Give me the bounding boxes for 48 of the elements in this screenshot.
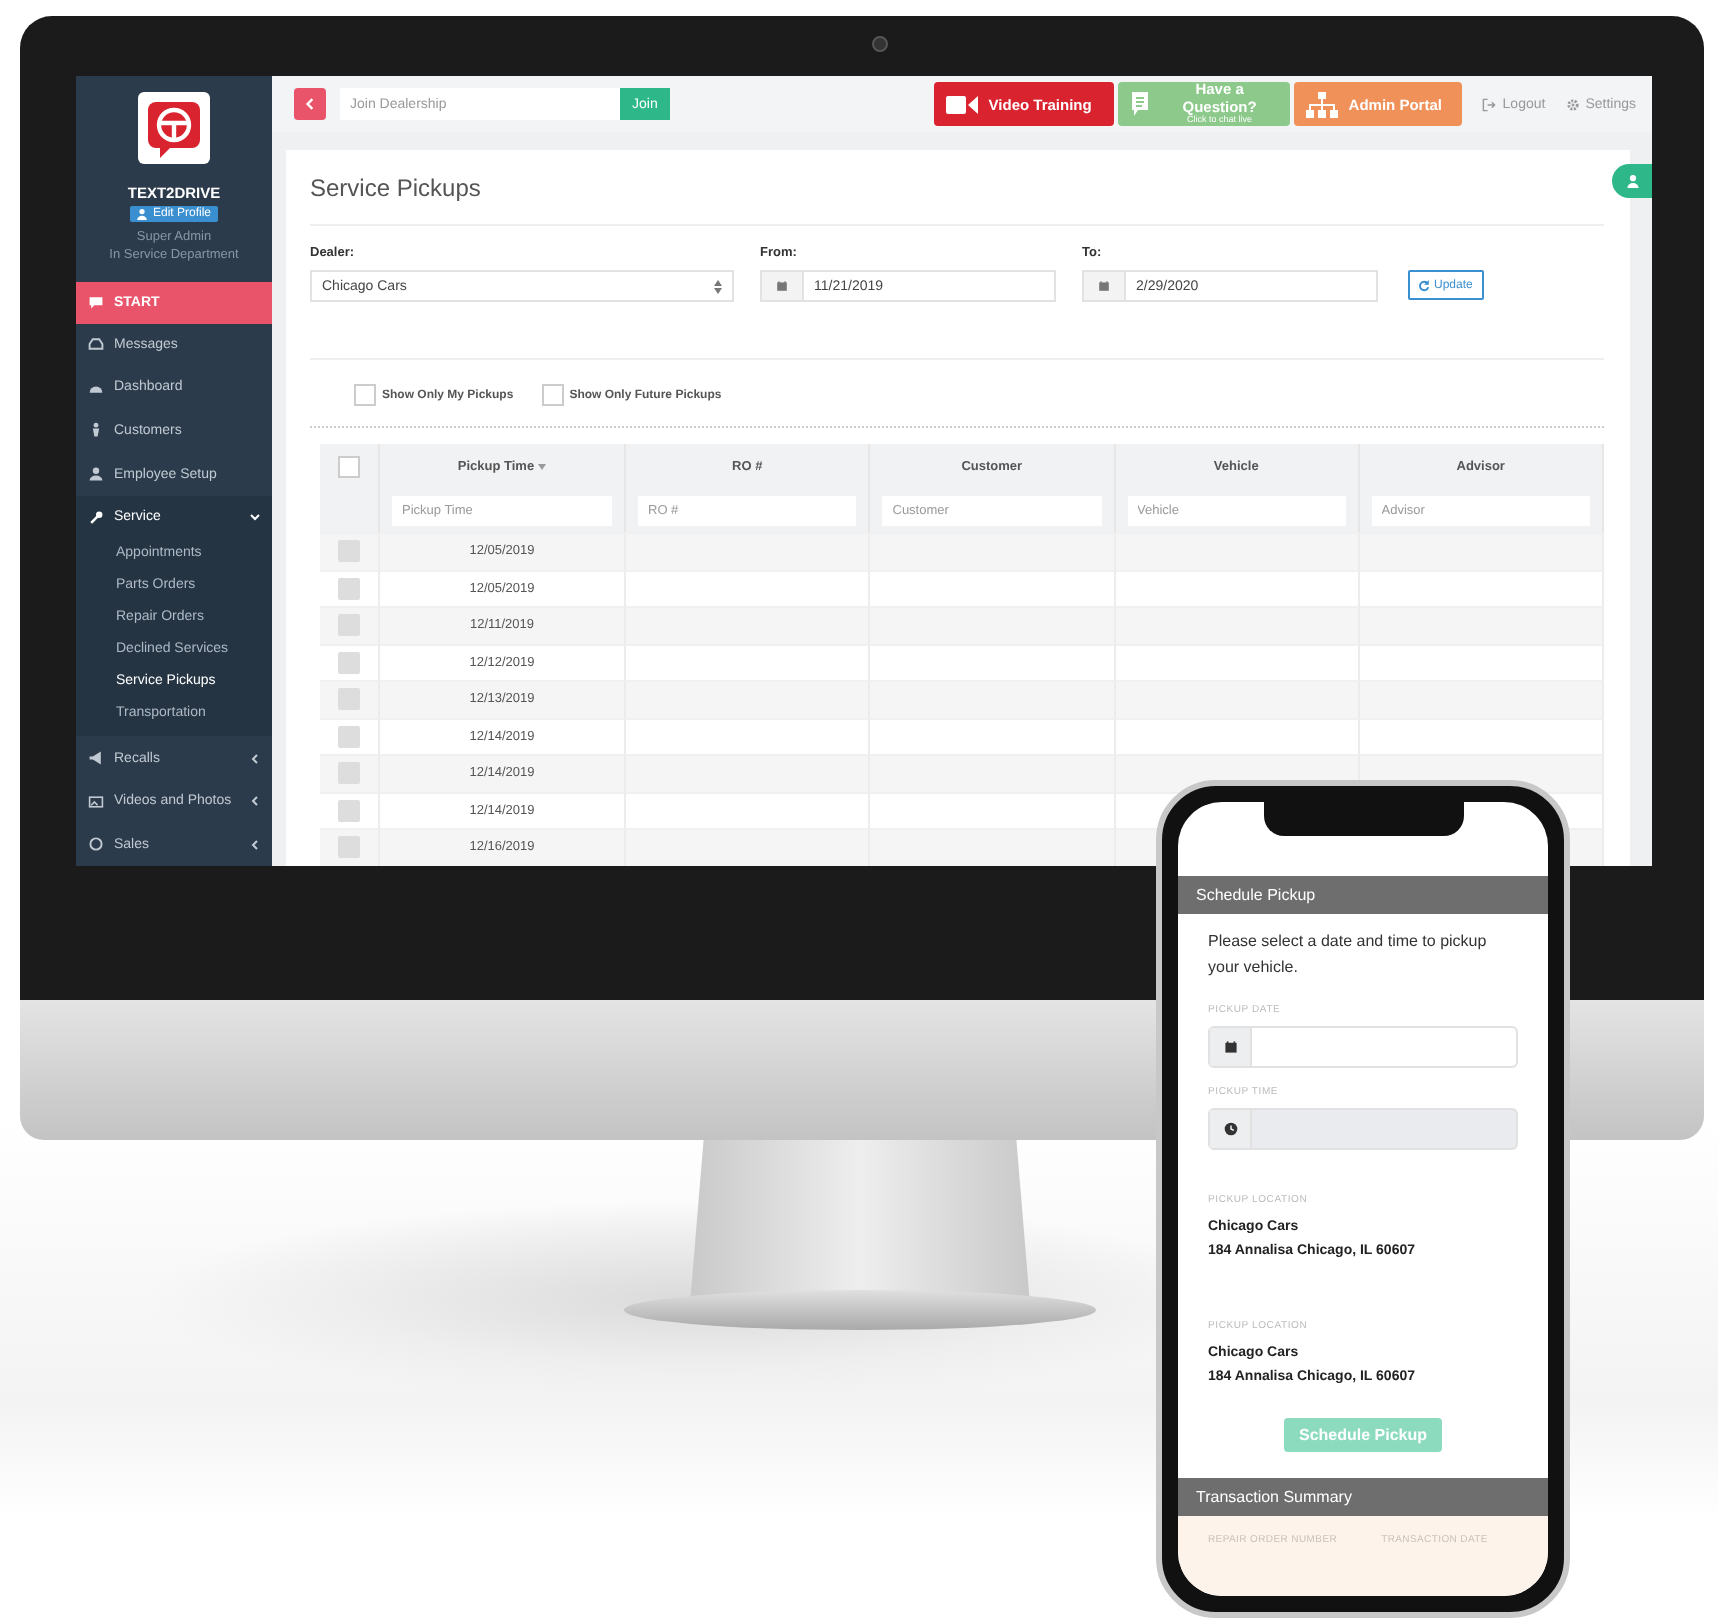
settings-icon [1565,97,1580,111]
screen-header: Schedule Pickup [1178,876,1548,914]
row-checkbox[interactable] [338,540,360,563]
back-button[interactable] [294,88,326,120]
logo-icon [138,92,210,164]
sort-caret-icon [538,463,547,469]
clock-icon [1223,1122,1237,1136]
calendar-icon [1223,1040,1237,1054]
refresh-icon [1418,279,1430,291]
speech-bubble-icon [1130,90,1151,118]
caret-icon [250,753,260,764]
section-header: Transaction Summary [1178,1478,1548,1516]
user-icon [88,466,104,483]
checkbox[interactable] [541,384,564,406]
row-checkbox[interactable] [338,577,360,600]
video-camera-icon [946,93,979,115]
date-field[interactable] [1208,1026,1518,1068]
megaphone-icon [88,750,104,767]
calendar-icon [776,280,788,292]
row-checkbox[interactable] [338,762,360,785]
webcam-dot [872,36,888,52]
user-tab-button[interactable] [1612,164,1652,198]
tray-icon [88,336,104,353]
instruction-text: Please select a date and time to pickup your vehicle. [1208,930,1489,980]
row-checkbox[interactable] [338,799,360,822]
checkbox[interactable] [354,384,376,406]
user-icon [1625,174,1639,188]
row-checkbox[interactable] [338,614,360,637]
picture-icon [88,793,104,810]
row-checkbox[interactable] [338,836,360,859]
up-down-arrows-icon [714,279,722,293]
caret-icon [250,512,260,523]
org-chart-icon [1306,91,1339,117]
select-all-checkbox[interactable] [338,455,360,477]
row-checkbox[interactable] [338,651,360,674]
user-icon [136,208,149,220]
chevron-left-icon [304,98,316,110]
page-title: Service Pickups [310,174,483,202]
person-icon [88,422,104,439]
calendar-icon [1098,280,1110,292]
chat-bubble-icon [88,294,104,311]
sign-out-icon [1482,97,1497,111]
row-checkbox[interactable] [338,725,360,748]
coin-icon [88,836,104,853]
caret-icon [250,796,260,807]
caret-icon [250,839,260,850]
row-checkbox[interactable] [338,688,360,711]
wrench-icon [88,509,104,526]
